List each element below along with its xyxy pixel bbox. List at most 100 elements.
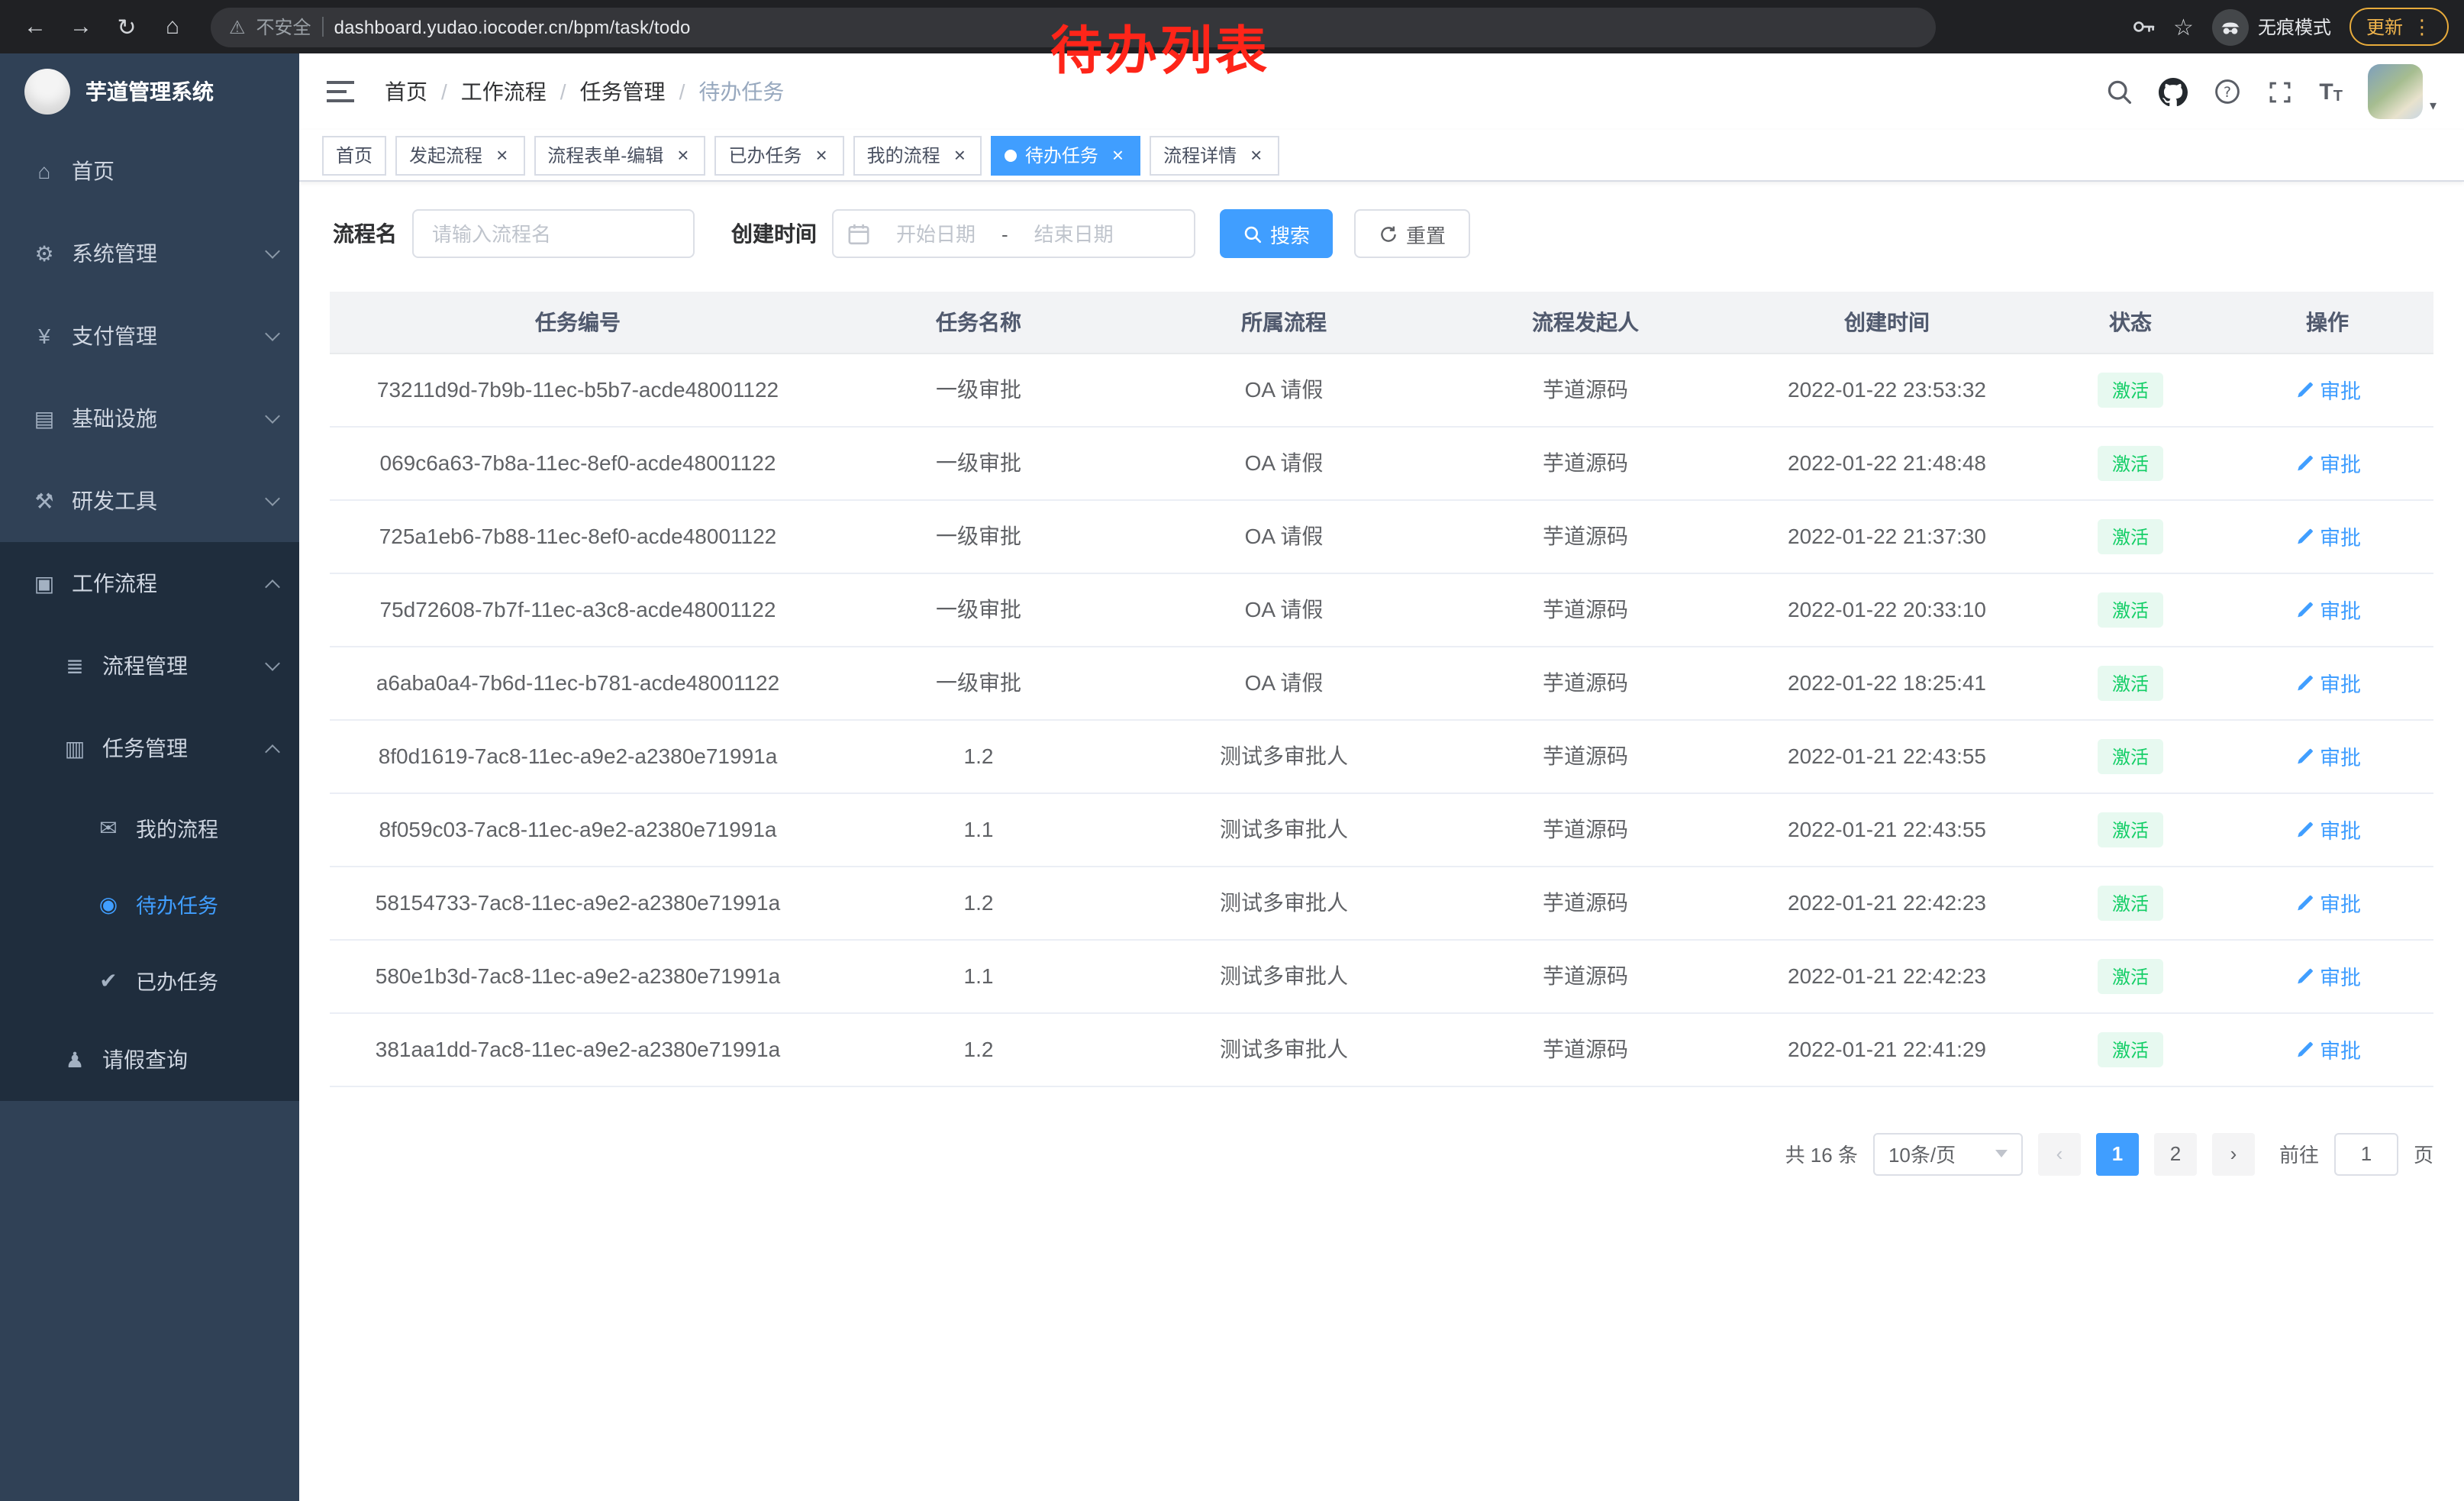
cell-process: OA 请假 xyxy=(1131,573,1437,646)
tab-已办任务[interactable]: 已办任务× xyxy=(714,135,843,175)
approve-link[interactable]: 审批 xyxy=(2294,960,2361,991)
task-table: 任务编号 任务名称 所属流程 流程发起人 创建时间 状态 操作 73211d9d… xyxy=(330,292,2433,1086)
reset-button[interactable]: 重置 xyxy=(1354,209,1470,258)
sidebar-item-label: 已办任务 xyxy=(136,965,218,996)
status-badge: 激活 xyxy=(2098,885,2162,920)
sidebar-item-系统管理[interactable]: ⚙系统管理 xyxy=(0,212,299,295)
process-name-input[interactable] xyxy=(412,209,695,258)
page-unit-label: 页 xyxy=(2414,1139,2433,1168)
approve-link[interactable]: 审批 xyxy=(2294,594,2361,625)
prev-page-button[interactable]: ‹ xyxy=(2038,1132,2081,1175)
close-icon[interactable]: × xyxy=(1247,145,1265,165)
active-tab-dot xyxy=(1005,149,1018,161)
cell-initiator: 芋道源码 xyxy=(1437,499,1734,573)
fullscreen-icon[interactable] xyxy=(2267,79,2293,105)
sidebar-item-研发工具[interactable]: ⚒研发工具 xyxy=(0,460,299,542)
sidebar-item-请假查询[interactable]: ♟请假查询 xyxy=(0,1018,299,1101)
cell-task-name: 一级审批 xyxy=(826,573,1131,646)
approve-link[interactable]: 审批 xyxy=(2294,814,2361,844)
cell-initiator: 芋道源码 xyxy=(1437,866,1734,939)
cell-status: 激活 xyxy=(2040,866,2221,939)
cell-task-id: 75d72608-7b7f-11ec-a3c8-acde48001122 xyxy=(330,573,826,646)
sidebar-item-已办任务[interactable]: ✔已办任务 xyxy=(0,942,299,1018)
browser-menu-icon[interactable]: ⋮ xyxy=(2412,15,2432,39)
table-row: 580e1b3d-7ac8-11ec-a9e2-a2380e71991a1.1测… xyxy=(330,939,2433,1012)
tab-待办任务[interactable]: 待办任务× xyxy=(992,135,1140,175)
help-icon[interactable]: ? xyxy=(2214,78,2241,105)
approve-link[interactable]: 审批 xyxy=(2294,374,2361,405)
cell-actions: 审批 xyxy=(2221,719,2433,792)
breadcrumb-item[interactable]: 首页 xyxy=(385,76,427,107)
sidebar-item-工作流程[interactable]: ▣工作流程 xyxy=(0,542,299,625)
avatar[interactable] xyxy=(2369,64,2424,119)
close-icon[interactable]: × xyxy=(1109,145,1127,165)
user-menu[interactable]: ▾ xyxy=(2369,64,2437,119)
tab-我的流程[interactable]: 我的流程× xyxy=(853,135,982,175)
approve-link[interactable]: 审批 xyxy=(2294,741,2361,771)
approve-label: 审批 xyxy=(2320,1034,2361,1064)
sidebar-item-基础设施[interactable]: ▤基础设施 xyxy=(0,377,299,460)
update-button[interactable]: 更新 ⋮ xyxy=(2350,8,2449,46)
screenshot-root: ← → ↻ ⌂ ⚠ 不安全 dashboard.yudao.iocoder.cn… xyxy=(0,0,2464,1501)
app-logo[interactable]: 芋道管理系统 xyxy=(0,53,299,130)
next-page-button[interactable]: › xyxy=(2212,1132,2255,1175)
goto-page-input[interactable] xyxy=(2334,1132,2398,1175)
sidebar-item-支付管理[interactable]: ¥支付管理 xyxy=(0,295,299,377)
breadcrumb-item[interactable]: 任务管理 xyxy=(580,76,666,107)
close-icon[interactable]: × xyxy=(812,145,830,165)
approve-link[interactable]: 审批 xyxy=(2294,521,2361,551)
table-row: 58154733-7ac8-11ec-a9e2-a2380e71991a1.2测… xyxy=(330,866,2433,939)
cell-process: OA 请假 xyxy=(1131,426,1437,499)
approve-link[interactable]: 审批 xyxy=(2294,447,2361,478)
approve-link[interactable]: 审批 xyxy=(2294,887,2361,918)
password-key-icon[interactable] xyxy=(2129,14,2155,40)
address-bar[interactable]: ⚠ 不安全 dashboard.yudao.iocoder.cn/bpm/tas… xyxy=(211,7,1936,47)
approve-label: 审批 xyxy=(2320,741,2361,771)
sidebar-item-任务管理[interactable]: ▥任务管理 xyxy=(0,707,299,789)
date-range-picker[interactable]: - xyxy=(832,209,1195,258)
font-size-icon[interactable]: TT xyxy=(2319,79,2343,105)
bookmark-star-icon[interactable]: ☆ xyxy=(2173,13,2194,40)
workflow-icon: ▣ xyxy=(31,570,58,596)
close-icon[interactable]: × xyxy=(493,145,511,165)
cell-create-time: 2022-01-21 22:43:55 xyxy=(1734,719,2040,792)
sidebar-item-我的流程[interactable]: ✉我的流程 xyxy=(0,789,299,866)
tab-流程详情[interactable]: 流程详情× xyxy=(1150,135,1279,175)
cell-status: 激活 xyxy=(2040,573,2221,646)
reload-icon[interactable]: ↻ xyxy=(107,7,147,47)
cell-task-id: 381aa1dd-7ac8-11ec-a9e2-a2380e71991a xyxy=(330,1012,826,1086)
breadcrumb-item[interactable]: 工作流程 xyxy=(461,76,547,107)
forward-icon[interactable]: → xyxy=(61,7,101,47)
approve-link[interactable]: 审批 xyxy=(2294,1034,2361,1064)
github-icon[interactable] xyxy=(2159,77,2188,106)
chevron-up-icon xyxy=(265,579,280,594)
page-2-button[interactable]: 2 xyxy=(2154,1132,2197,1175)
back-icon[interactable]: ← xyxy=(15,7,55,47)
page-1-button[interactable]: 1 xyxy=(2096,1132,2139,1175)
page-number-list: 12 xyxy=(2096,1132,2197,1175)
tab-发起流程[interactable]: 发起流程× xyxy=(395,135,524,175)
breadcrumb-item: 待办任务 xyxy=(698,76,784,107)
search-button[interactable]: 搜索 xyxy=(1220,209,1333,258)
close-icon[interactable]: × xyxy=(674,145,692,165)
tab-首页[interactable]: 首页 xyxy=(322,135,386,175)
page-size-select[interactable]: 10条/页 xyxy=(1873,1132,2023,1175)
cell-status: 激活 xyxy=(2040,1012,2221,1086)
end-date-input[interactable] xyxy=(1011,222,1137,245)
start-date-input[interactable] xyxy=(873,222,998,245)
collapse-sidebar-icon[interactable] xyxy=(324,75,357,108)
tab-流程表单-编辑[interactable]: 流程表单-编辑× xyxy=(534,135,705,175)
cell-actions: 审批 xyxy=(2221,1012,2433,1086)
chevron-down-icon xyxy=(265,243,280,258)
sidebar-item-首页[interactable]: ⌂首页 xyxy=(0,130,299,212)
approve-link[interactable]: 审批 xyxy=(2294,667,2361,698)
col-process: 所属流程 xyxy=(1131,292,1437,353)
sidebar-item-待办任务[interactable]: ◉待办任务 xyxy=(0,866,299,942)
url-text: dashboard.yudao.iocoder.cn/bpm/task/todo xyxy=(334,16,691,37)
close-icon[interactable]: × xyxy=(951,145,969,165)
sidebar-item-流程管理[interactable]: ≣流程管理 xyxy=(0,625,299,707)
search-icon[interactable] xyxy=(2105,78,2133,105)
cell-create-time: 2022-01-22 21:48:48 xyxy=(1734,426,2040,499)
home-icon[interactable]: ⌂ xyxy=(153,7,192,47)
pagination: 共 16 条 10条/页 ‹ 12 › 前往 页 xyxy=(299,1132,2433,1175)
